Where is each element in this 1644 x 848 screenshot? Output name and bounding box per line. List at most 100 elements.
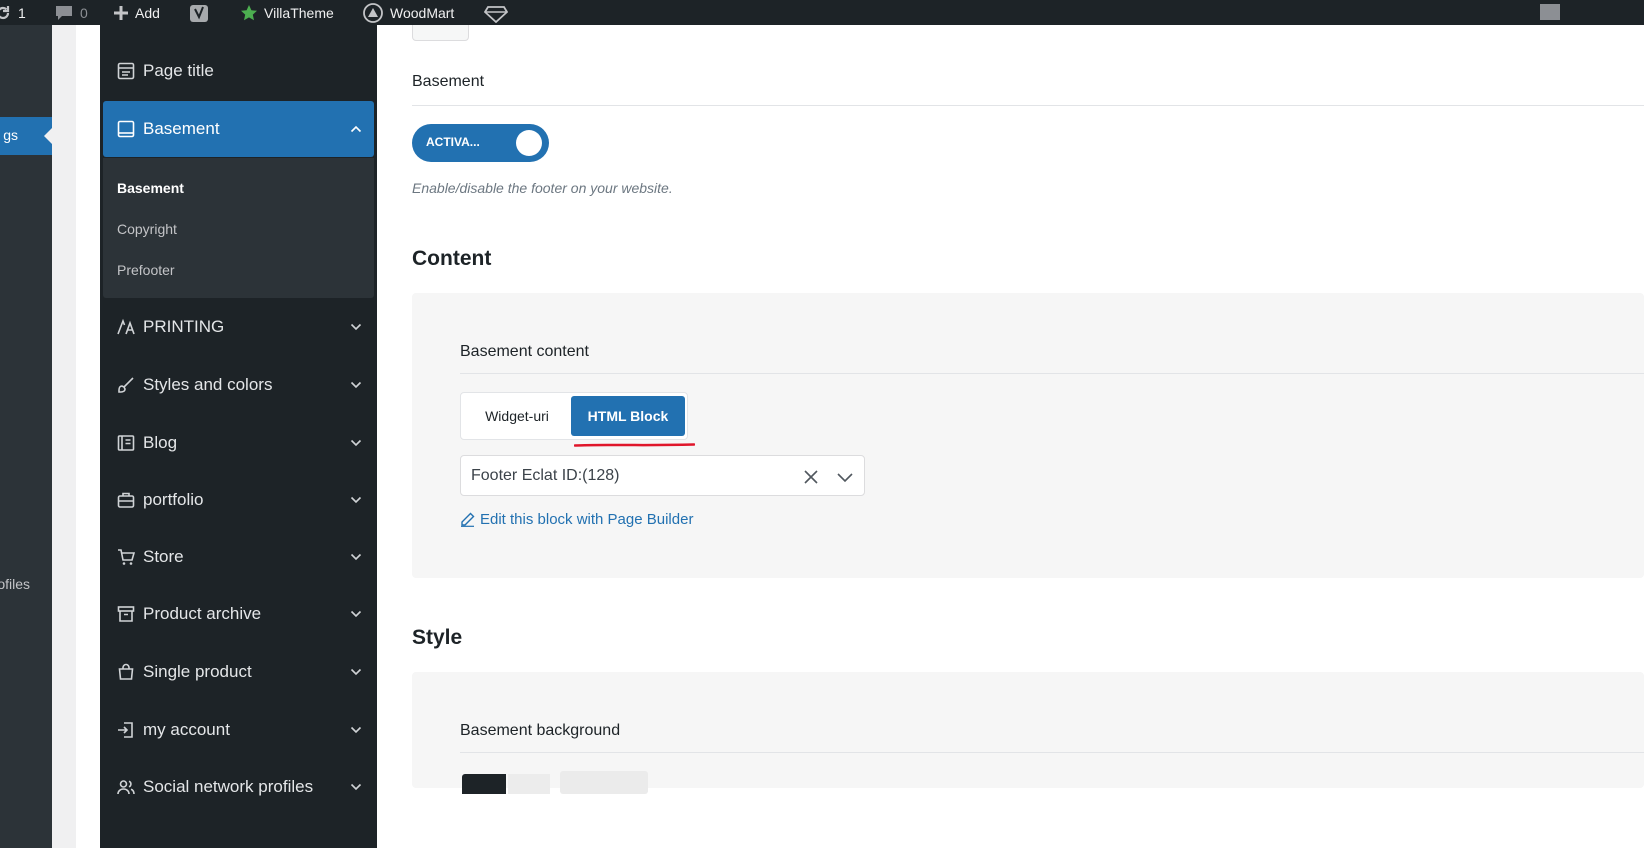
typography-icon: [117, 318, 135, 335]
theme-settings-sidebar: Page title Basement Basement Copyright P…: [100, 25, 377, 848]
annotation-underline: [574, 443, 695, 447]
background-image-button[interactable]: [560, 771, 648, 794]
current-arrow-icon: [44, 128, 52, 144]
admin-menu-item[interactable]: ofiles: [0, 576, 30, 592]
cart-icon: [118, 549, 135, 565]
sidebar-item-styles-and-colors[interactable]: Styles and colors: [103, 357, 374, 413]
sidebar-item-social-network-profiles[interactable]: Social network profiles: [103, 759, 374, 815]
sidebar-item-page-title[interactable]: Page title: [103, 43, 374, 99]
basement-content-title: Basement content: [460, 343, 589, 360]
option-widget-uri[interactable]: Widget-uri: [465, 396, 569, 436]
login-icon: [118, 722, 133, 738]
chevron-up-icon: [350, 125, 362, 133]
sidebar-item-product-archive[interactable]: Product archive: [103, 586, 374, 642]
sidebar-item-label: Single product: [143, 662, 252, 681]
toggle-description: Enable/disable the footer on your websit…: [412, 180, 673, 196]
sidebar-item-portfolio[interactable]: portfolio: [103, 472, 374, 528]
woodmart-item[interactable]: WoodMart: [362, 0, 454, 25]
basement-icon: [117, 120, 135, 138]
sidebar-item-label: Blog: [143, 433, 178, 452]
sidebar-item-printing[interactable]: PRINTING: [103, 299, 374, 355]
divider: [412, 105, 1644, 106]
basement-toggle[interactable]: ACTIVA...: [412, 124, 549, 162]
comments-count: 0: [80, 4, 88, 21]
account-item[interactable]: [1538, 0, 1562, 25]
admin-bar: 1 0 Add VillaTheme WoodMart: [0, 0, 1644, 25]
villatheme-label: VillaTheme: [264, 4, 334, 21]
chevron-down-icon: [350, 323, 362, 331]
html-block-select-value: Footer Eclat ID:(128): [471, 467, 620, 484]
updates-count: 1: [18, 4, 26, 21]
sidebar-item-label: portfolio: [143, 490, 204, 509]
sidebar-item-store[interactable]: Store: [103, 529, 374, 585]
diamond-item[interactable]: [484, 0, 508, 25]
page-title-icon: [117, 62, 135, 80]
admin-menu-current-item[interactable]: gs: [0, 117, 52, 155]
chevron-down-icon[interactable]: [837, 470, 853, 484]
sidebar-item-blog[interactable]: Blog: [103, 415, 374, 471]
sidebar-item-basement[interactable]: Basement: [103, 101, 374, 157]
updates-item[interactable]: 1: [0, 0, 26, 25]
woodmart-logo-icon: [363, 2, 383, 23]
sidebar-item-label: Social network profiles: [143, 777, 314, 796]
settings-content: Basement ACTIVA... Enable/disable the fo…: [377, 25, 1644, 848]
archive-icon: [117, 606, 135, 622]
chevron-down-icon: [350, 668, 362, 676]
chevron-down-icon: [350, 553, 362, 561]
admin-menu-current-label: gs: [3, 127, 18, 143]
woodmart-label: WoodMart: [390, 4, 455, 21]
star-icon: [241, 4, 257, 20]
sidebar-item-label: PRINTING: [143, 317, 225, 336]
comments-item[interactable]: 0: [54, 0, 88, 25]
pencil-icon: [461, 512, 475, 527]
html-block-select[interactable]: Footer Eclat ID:(128): [460, 455, 865, 496]
chevron-down-icon: [350, 496, 362, 504]
chevron-down-icon: [350, 726, 362, 734]
diamond-icon: [484, 5, 508, 23]
basement-field-title: Basement: [412, 73, 485, 90]
sidebar-item-label: Store: [143, 547, 184, 566]
basement-background-title: Basement background: [460, 722, 621, 739]
toggle-label: ACTIVA...: [426, 135, 480, 149]
add-label: Add: [135, 4, 160, 21]
previous-field-control[interactable]: [412, 25, 469, 41]
sidebar-item-label: Styles and colors: [143, 375, 273, 394]
admin-menu-gutter: [52, 25, 76, 848]
avatar-icon: [1540, 3, 1560, 20]
subnav-item-prefooter[interactable]: Prefooter: [117, 262, 175, 278]
add-new-item[interactable]: Add: [113, 0, 160, 25]
subnav-item-basement[interactable]: Basement: [117, 180, 184, 196]
users-icon: [117, 780, 135, 795]
content-type-selector: Widget-uri HTML Block: [460, 392, 688, 440]
chevron-down-icon: [350, 783, 362, 791]
refresh-icon: [0, 5, 10, 19]
villatheme-item[interactable]: VillaTheme: [240, 0, 334, 25]
divider: [460, 373, 1644, 374]
sidebar-item-label: Page title: [143, 61, 214, 80]
color-picker-button[interactable]: [508, 774, 550, 794]
style-panel: Basement background: [412, 672, 1644, 794]
toggle-knob: [516, 130, 542, 156]
yoast-icon: [190, 4, 208, 22]
sidebar-item-label: Product archive: [143, 604, 262, 623]
basement-subnav: Basement Copyright Prefooter: [103, 158, 374, 298]
plus-icon: [114, 5, 128, 20]
content-section-title: Content: [412, 247, 492, 270]
sidebar-item-my-account[interactable]: my account: [103, 702, 374, 758]
subnav-item-copyright[interactable]: Copyright: [117, 221, 177, 237]
close-icon[interactable]: [803, 469, 819, 485]
wp-admin-menu: gs ofiles: [0, 25, 52, 848]
background-color-swatch[interactable]: [462, 774, 506, 794]
divider: [460, 752, 1644, 753]
yoast-item[interactable]: [189, 0, 209, 25]
blog-icon: [117, 435, 135, 451]
edit-block-link[interactable]: Edit this block with Page Builder: [460, 511, 693, 528]
sidebar-item-single-product[interactable]: Single product: [103, 644, 374, 700]
chevron-down-icon: [350, 381, 362, 389]
brush-icon: [118, 377, 134, 393]
edit-block-link-label: Edit this block with Page Builder: [480, 511, 694, 528]
option-html-block[interactable]: HTML Block: [571, 396, 685, 436]
chevron-down-icon: [350, 439, 362, 447]
bag-icon: [118, 663, 134, 680]
briefcase-icon: [117, 492, 135, 508]
